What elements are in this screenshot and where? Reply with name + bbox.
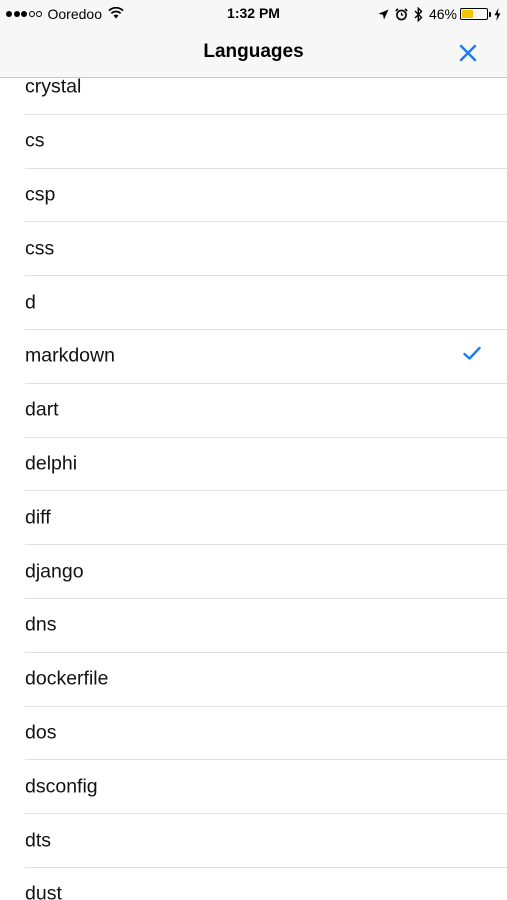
checkmark-icon: [463, 347, 481, 366]
languages-list[interactable]: crystal cs csp css d markdown dart delphi diff dj…: [0, 78, 507, 900]
signal-dot: [28, 11, 35, 17]
language-label: css: [25, 237, 55, 260]
battery-icon: [460, 8, 488, 20]
language-row[interactable]: delphi: [25, 438, 507, 492]
close-icon: [459, 44, 477, 62]
languages-list-content: crystal cs csp css d markdown dart delphi diff dj…: [0, 78, 507, 900]
language-row[interactable]: dos: [25, 707, 507, 761]
language-row[interactable]: markdown: [25, 330, 507, 384]
language-label: dockerfile: [25, 667, 109, 690]
language-label: diff: [25, 506, 51, 529]
language-row[interactable]: dsconfig: [25, 760, 507, 815]
bluetooth-icon: [414, 6, 423, 22]
location-arrow-icon: [378, 9, 389, 20]
language-row[interactable]: crystal: [25, 78, 507, 115]
language-row[interactable]: css: [25, 222, 507, 277]
language-label: dts: [25, 829, 52, 852]
language-label: dns: [25, 613, 57, 636]
language-label: dust: [25, 882, 62, 900]
language-row[interactable]: cs: [25, 115, 507, 169]
language-label: d: [25, 291, 36, 314]
signal-dot: [6, 11, 12, 17]
language-label: django: [25, 560, 84, 583]
language-row[interactable]: django: [25, 545, 507, 599]
language-label: csp: [25, 183, 56, 206]
language-row[interactable]: d: [25, 276, 507, 330]
battery-percent: 46%: [428, 6, 457, 22]
status-bar-right: 46%: [372, 4, 501, 24]
language-label: delphi: [25, 452, 78, 475]
signal-dot: [21, 11, 27, 17]
language-row[interactable]: dust: [25, 868, 507, 900]
language-label: dart: [25, 398, 59, 421]
language-row[interactable]: dts: [25, 814, 507, 868]
language-row[interactable]: csp: [25, 169, 507, 223]
status-bar-left: Ooredoo: [6, 5, 124, 23]
language-label: crystal: [25, 78, 82, 98]
language-label: markdown: [25, 344, 115, 367]
page-title: Languages: [203, 41, 304, 62]
wifi-icon: [108, 6, 124, 22]
language-label: dsconfig: [25, 775, 98, 798]
close-button[interactable]: [455, 40, 481, 66]
signal-dot: [36, 11, 42, 17]
nav-bar: Languages: [0, 28, 507, 78]
language-label: cs: [25, 129, 45, 152]
signal-strength-icon: [6, 11, 44, 17]
signal-dot: [13, 11, 20, 17]
status-bar: Ooredoo 1:32 PM 46%: [0, 0, 507, 28]
carrier-name: Ooredoo: [47, 6, 102, 22]
language-row[interactable]: dockerfile: [25, 653, 507, 707]
language-row[interactable]: dart: [25, 384, 507, 438]
battery-tip: [489, 11, 491, 17]
charging-bolt-icon: [494, 7, 501, 21]
language-label: dos: [25, 721, 57, 744]
language-row[interactable]: diff: [25, 491, 507, 546]
alarm-clock-icon: [395, 7, 408, 21]
language-row[interactable]: dns: [25, 599, 507, 653]
battery-level-fill: [462, 10, 474, 18]
